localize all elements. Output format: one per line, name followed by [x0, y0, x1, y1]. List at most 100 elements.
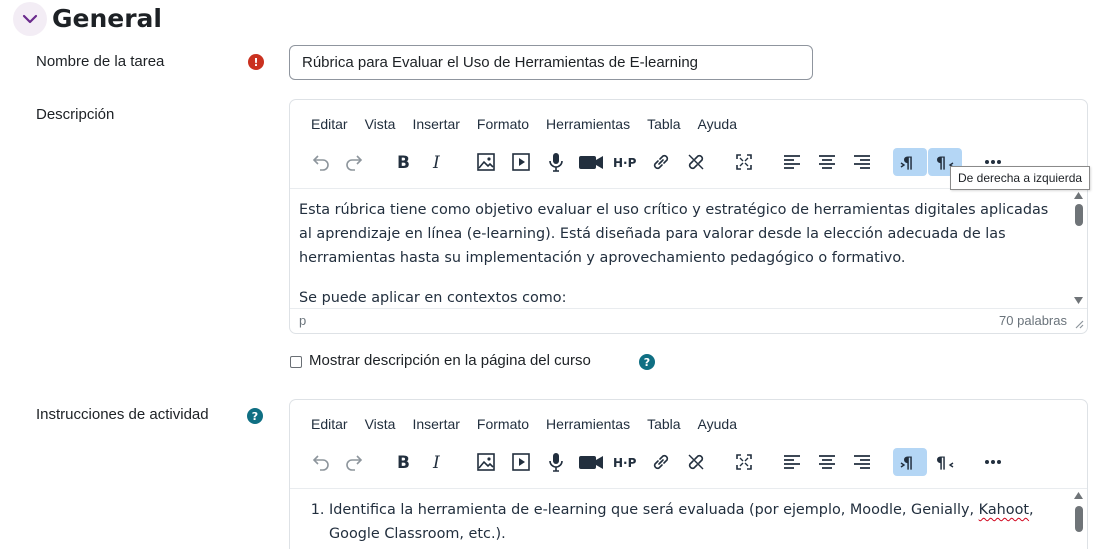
menu-insertar[interactable]: Insertar [412, 413, 459, 435]
help-icon[interactable]: ? [247, 408, 263, 424]
align-center-button[interactable] [810, 148, 844, 176]
record-audio-icon [549, 453, 563, 472]
editor-statusbar: p 70 palabras [290, 308, 1087, 333]
menu-ayuda[interactable]: Ayuda [698, 413, 737, 435]
record-audio-icon [549, 153, 563, 172]
ltr-icon: ¶ [900, 453, 913, 471]
scroll-thumb[interactable] [1075, 506, 1083, 532]
menu-vista[interactable]: Vista [365, 413, 396, 435]
menu-formato[interactable]: Formato [477, 413, 529, 435]
align-center-icon [819, 155, 835, 169]
fullscreen-button[interactable] [727, 448, 761, 476]
help-icon[interactable]: ? [639, 354, 655, 370]
editor-toolbar: B I H·P ¶ ¶ [290, 448, 1087, 480]
media-button[interactable] [504, 148, 538, 176]
align-left-icon [784, 155, 800, 169]
image-button[interactable] [469, 148, 503, 176]
italic-button[interactable]: I [421, 148, 455, 176]
rtl-button[interactable]: ¶ [928, 448, 962, 476]
menu-herramientas[interactable]: Herramientas [546, 413, 630, 435]
tooltip: De derecha a izquierda [950, 166, 1091, 190]
ltr-button[interactable]: ¶ [893, 148, 927, 176]
bold-icon: B [397, 153, 410, 171]
more-button[interactable] [976, 448, 1010, 476]
bold-icon: B [397, 453, 410, 471]
svg-text:¶: ¶ [936, 453, 946, 471]
description-editor: Editar Vista Insertar Formato Herramient… [289, 99, 1088, 334]
activity-instructions-editor: Editar Vista Insertar Formato Herramient… [289, 399, 1088, 549]
description-label: Descripción [36, 106, 115, 123]
link-button[interactable] [644, 448, 678, 476]
svg-text:I: I [432, 153, 440, 171]
redo-button[interactable] [338, 448, 372, 476]
link-icon [653, 454, 669, 470]
h5p-button[interactable]: H·P [609, 448, 643, 476]
svg-text:H·P: H·P [613, 456, 637, 470]
activity-instructions-label: Instrucciones de actividad [36, 406, 209, 423]
menu-herramientas[interactable]: Herramientas [546, 113, 630, 135]
record-video-button[interactable] [574, 448, 608, 476]
show-description-label[interactable]: Mostrar descripción en la página del cur… [309, 352, 591, 369]
menu-tabla[interactable]: Tabla [647, 413, 680, 435]
more-icon [985, 160, 1001, 164]
ltr-icon: ¶ [900, 153, 913, 171]
h5p-button[interactable]: H·P [609, 148, 643, 176]
bold-button[interactable]: B [386, 148, 420, 176]
menu-ayuda[interactable]: Ayuda [698, 113, 737, 135]
h5p-icon: H·P [613, 456, 637, 470]
scroll-thumb[interactable] [1075, 204, 1083, 226]
record-video-button[interactable] [574, 148, 608, 176]
word-count[interactable]: 70 palabras [999, 309, 1067, 333]
task-name-input[interactable]: Rúbrica para Evaluar el Uso de Herramien… [289, 45, 813, 80]
description-scrollbar[interactable] [1073, 192, 1083, 304]
rtl-icon: ¶ [936, 453, 954, 471]
media-button[interactable] [504, 448, 538, 476]
menu-formato[interactable]: Formato [477, 113, 529, 135]
align-right-icon [854, 155, 870, 169]
svg-text:B: B [397, 153, 410, 171]
section-title: General [52, 4, 162, 33]
show-description-checkbox[interactable] [290, 356, 302, 368]
undo-icon [312, 155, 329, 171]
bold-button[interactable]: B [386, 448, 420, 476]
italic-button[interactable]: I [421, 448, 455, 476]
italic-icon: I [432, 453, 440, 471]
chevron-down-icon [22, 14, 38, 24]
undo-button[interactable] [303, 448, 337, 476]
menu-tabla[interactable]: Tabla [647, 113, 680, 135]
unlink-icon [688, 154, 704, 170]
align-right-button[interactable] [845, 448, 879, 476]
section-toggle-button[interactable] [13, 2, 47, 36]
record-audio-button[interactable] [539, 448, 573, 476]
align-left-button[interactable] [775, 148, 809, 176]
scroll-up-icon [1074, 492, 1083, 499]
fullscreen-icon [736, 154, 752, 170]
menu-insertar[interactable]: Insertar [412, 113, 459, 135]
unlink-button[interactable] [679, 448, 713, 476]
ltr-button[interactable]: ¶ [893, 448, 927, 476]
align-left-button[interactable] [775, 448, 809, 476]
instructions-scrollbar[interactable] [1073, 492, 1083, 549]
menu-vista[interactable]: Vista [365, 113, 396, 135]
svg-text:¶: ¶ [903, 453, 913, 471]
unlink-button[interactable] [679, 148, 713, 176]
list-item-text: , [1029, 502, 1034, 518]
element-path[interactable]: p [299, 309, 306, 333]
align-center-button[interactable] [810, 448, 844, 476]
resize-handle-icon[interactable] [1074, 319, 1084, 329]
menu-editar[interactable]: Editar [311, 413, 348, 435]
undo-button[interactable] [303, 148, 337, 176]
image-button[interactable] [469, 448, 503, 476]
instructions-content[interactable]: Identifica la herramienta de e-learning … [290, 488, 1087, 548]
menu-editar[interactable]: Editar [311, 113, 348, 135]
redo-button[interactable] [338, 148, 372, 176]
link-button[interactable] [644, 148, 678, 176]
align-right-button[interactable] [845, 148, 879, 176]
svg-text:H·P: H·P [613, 156, 637, 170]
task-name-label: Nombre de la tarea [36, 53, 165, 70]
fullscreen-button[interactable] [727, 148, 761, 176]
record-audio-button[interactable] [539, 148, 573, 176]
list-item-text: Identifica la herramienta de e-learning … [329, 502, 979, 518]
misspelled-word[interactable]: Kahoot [979, 502, 1029, 518]
description-content[interactable]: Esta rúbrica tiene como objetivo evaluar… [290, 188, 1087, 308]
